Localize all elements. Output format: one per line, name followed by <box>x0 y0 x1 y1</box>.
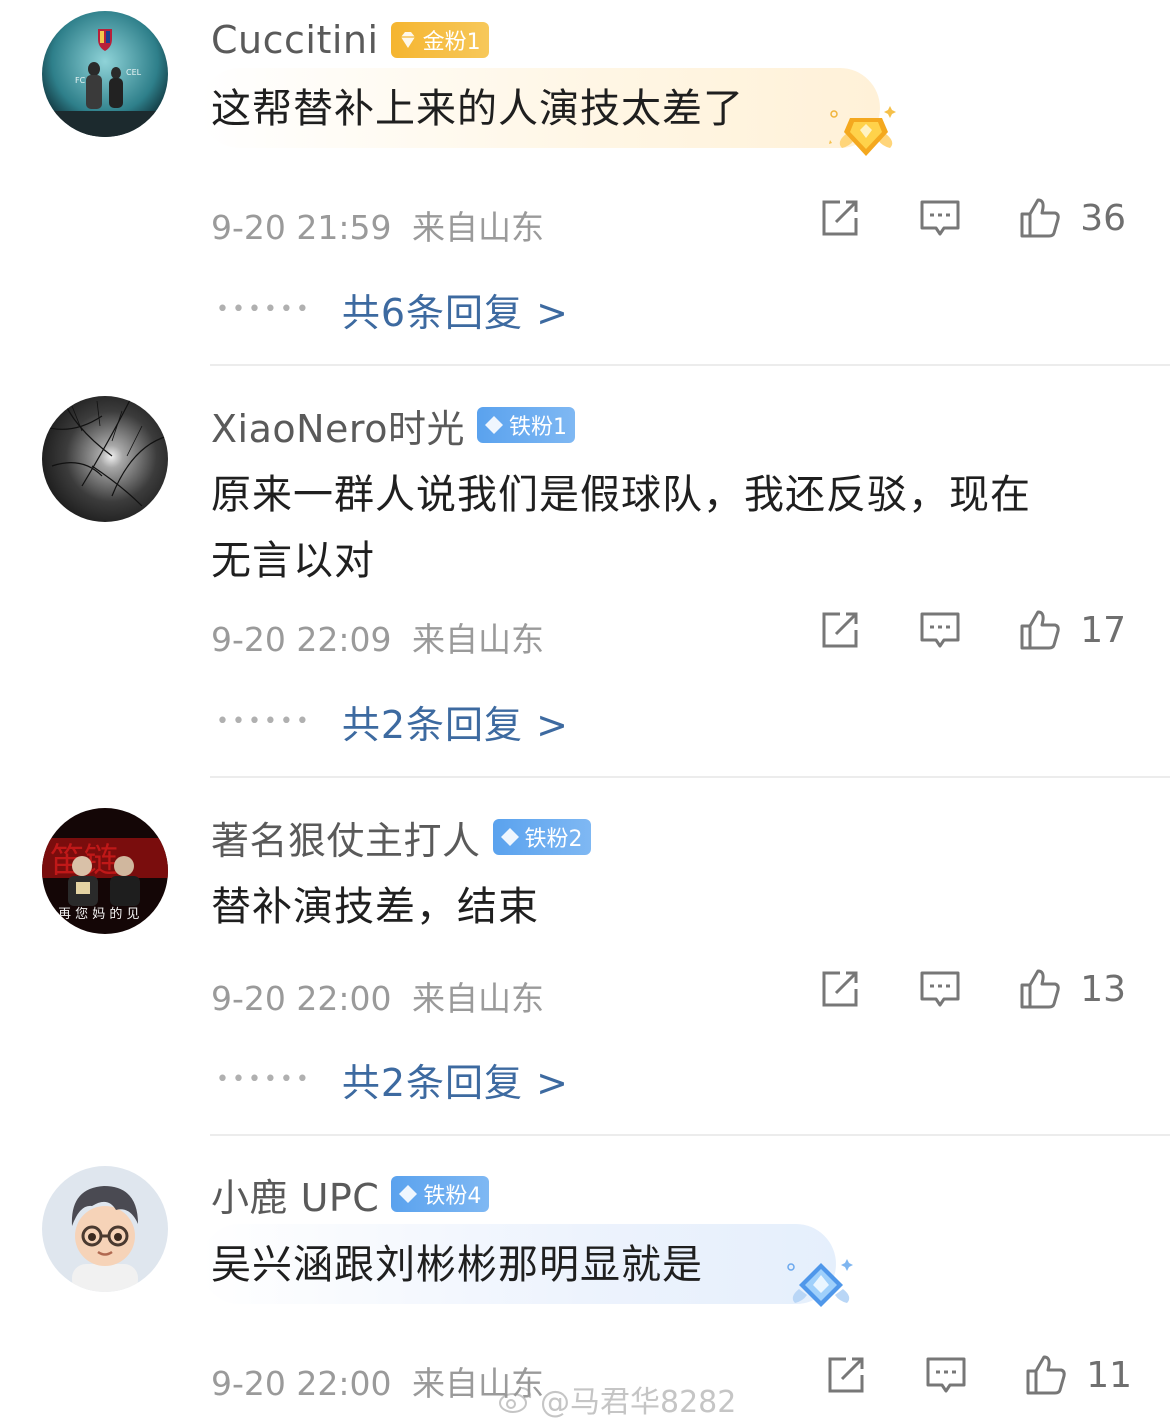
view-replies-link[interactable]: 共6条回复 > <box>342 282 569 337</box>
comment-text: 替补演技差，结束 <box>211 874 539 940</box>
divider <box>210 776 1170 778</box>
like-count: 36 <box>1080 197 1126 239</box>
action-bar: 11 <box>824 1353 1132 1397</box>
comment-line: 吴兴涵跟刘彬彬那明显就是 <box>211 1242 703 1288</box>
watermark: @马君华8282 <box>498 1377 736 1421</box>
share-icon[interactable] <box>818 967 862 1011</box>
fc-barcelona-photo-avatar: FC CEL <box>42 11 168 137</box>
timestamp: 9-20 21:59 <box>211 208 392 247</box>
comment-text: 原来一群人说我们是假球队，我还反驳，现在 无言以对 <box>211 462 1031 594</box>
comment-text: 吴兴涵跟刘彬彬那明显就是 <box>211 1232 703 1298</box>
watermark-text: @马君华8282 <box>540 1385 737 1420</box>
badge-label: 铁粉1 <box>508 415 567 440</box>
avatar[interactable] <box>42 396 168 522</box>
fan-badge[interactable]: 铁粉4 <box>391 1176 490 1212</box>
two-men-red-poster-avatar: 笛链 再 您 妈 的 见 <box>42 808 168 934</box>
comment-line: 无言以对 <box>211 538 375 584</box>
action-bar: 17 <box>818 608 1126 652</box>
comment-text: 这帮替补上来的人演技太差了 <box>211 76 744 142</box>
svg-text:CEL: CEL <box>126 68 142 77</box>
dots-icon: •••••• <box>216 297 312 322</box>
username[interactable]: 小鹿 UPC <box>211 1167 379 1222</box>
comment-icon[interactable] <box>924 1353 968 1397</box>
comment-meta: 9-20 22:00 来自山东 <box>211 1357 544 1405</box>
cartoon-boy-glasses-avatar <box>42 1166 168 1292</box>
view-replies-link[interactable]: 共2条回复 > <box>342 1052 569 1107</box>
avatar[interactable]: 笛链 再 您 妈 的 见 <box>42 808 168 934</box>
like-icon[interactable] <box>1024 1353 1068 1397</box>
comment-meta: 9-20 21:59 来自山东 <box>211 201 544 249</box>
comment-line: 替补演技差，结束 <box>211 884 539 930</box>
avatar[interactable]: FC CEL <box>42 11 168 137</box>
location: 来自山东 <box>412 620 544 659</box>
svg-text:再 您 妈 的 见: 再 您 妈 的 见 <box>58 906 140 922</box>
weibo-logo-icon <box>499 1387 532 1413</box>
location: 来自山东 <box>412 979 544 1018</box>
location: 来自山东 <box>412 208 544 247</box>
badge-label: 铁粉4 <box>423 1184 482 1209</box>
username[interactable]: 著名狠仗主打人 <box>211 810 481 865</box>
comment-line: 原来一群人说我们是假球队，我还反驳，现在 <box>211 472 1031 518</box>
divider <box>210 1134 1170 1136</box>
like-icon[interactable] <box>1018 967 1062 1011</box>
replies-row: •••••• 共2条回复 > <box>216 694 569 749</box>
avatar[interactable] <box>42 1166 168 1292</box>
badge-label: 金粉1 <box>422 30 481 55</box>
name-row: Cuccitini 金粉1 <box>211 15 489 65</box>
like-count: 13 <box>1080 968 1126 1010</box>
gold-crown-bubble-icon <box>829 106 896 156</box>
diamond-icon <box>500 828 519 846</box>
like-icon[interactable] <box>1018 196 1062 240</box>
replies-row: •••••• 共6条回复 > <box>216 282 569 337</box>
share-icon[interactable] <box>824 1353 868 1397</box>
like-count: 17 <box>1080 609 1126 651</box>
like-icon[interactable] <box>1018 608 1062 652</box>
timestamp: 9-20 22:09 <box>211 620 392 659</box>
dots-icon: •••••• <box>216 1067 312 1092</box>
share-icon[interactable] <box>818 608 862 652</box>
username[interactable]: Cuccitini <box>211 18 379 62</box>
action-bar: 36 <box>818 196 1126 240</box>
name-row: 小鹿 UPC 铁粉4 <box>211 1167 490 1222</box>
diamond-icon <box>484 416 503 434</box>
blue-diamond-bubble-icon <box>787 1259 853 1307</box>
badge-label: 铁粉2 <box>524 827 583 852</box>
comment-icon[interactable] <box>918 196 962 240</box>
replies-row: •••••• 共2条回复 > <box>216 1052 569 1107</box>
comment-line: 这帮替补上来的人演技太差了 <box>211 86 744 132</box>
comment-meta: 9-20 22:00 来自山东 <box>211 972 544 1020</box>
fan-badge[interactable]: 铁粉2 <box>492 819 591 855</box>
comment-icon[interactable] <box>918 608 962 652</box>
divider <box>210 364 1170 366</box>
name-row: 著名狠仗主打人 铁粉2 <box>211 810 591 865</box>
diamond-icon <box>399 1185 418 1203</box>
view-replies-link[interactable]: 共2条回复 > <box>342 694 569 749</box>
diamond-icon <box>400 32 415 48</box>
timestamp: 9-20 22:00 <box>211 979 392 1018</box>
share-icon[interactable] <box>818 196 862 240</box>
username[interactable]: XiaoNero时光 <box>211 398 465 453</box>
night-moon-branches-avatar <box>42 396 168 522</box>
like-count: 11 <box>1086 1354 1132 1396</box>
name-row: XiaoNero时光 铁粉1 <box>211 398 575 453</box>
dots-icon: •••••• <box>216 709 312 734</box>
fan-badge[interactable]: 金粉1 <box>390 22 489 58</box>
svg-text:FC: FC <box>75 76 86 85</box>
action-bar: 13 <box>818 967 1126 1011</box>
comment-meta: 9-20 22:09 来自山东 <box>211 613 544 661</box>
timestamp: 9-20 22:00 <box>211 1364 392 1403</box>
fan-badge[interactable]: 铁粉1 <box>476 407 575 443</box>
comment-icon[interactable] <box>918 967 962 1011</box>
